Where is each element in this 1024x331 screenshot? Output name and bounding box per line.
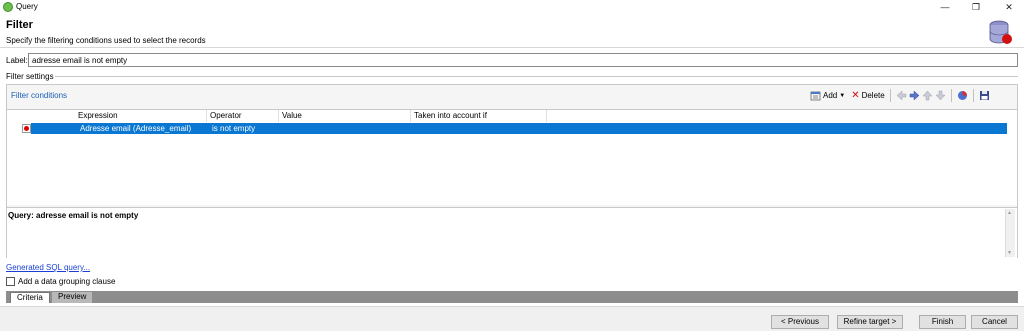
row-operator: is not empty — [212, 124, 256, 133]
finish-button[interactable]: Finish — [919, 315, 966, 329]
move-left-icon[interactable] — [896, 90, 907, 101]
page-subtitle: Specify the filtering conditions used to… — [6, 36, 206, 45]
column-header-condition[interactable]: Taken into account if — [411, 110, 547, 122]
column-header-expression[interactable]: Expression — [75, 110, 207, 122]
delete-icon: ✕ — [851, 90, 860, 101]
row-status-icon — [22, 124, 31, 133]
move-down-icon[interactable] — [935, 90, 946, 101]
refine-target-button[interactable]: Refine target > — [837, 315, 903, 329]
add-button[interactable]: Add ▼ — [810, 90, 845, 101]
grouping-checkbox-row[interactable]: Add a data grouping clause — [6, 277, 115, 286]
tab-criteria[interactable]: Criteria — [10, 292, 50, 303]
filter-settings-divider — [55, 76, 1018, 77]
previous-button[interactable]: < Previous — [771, 315, 829, 329]
move-right-icon[interactable] — [909, 90, 920, 101]
app-icon — [3, 2, 13, 12]
window-titlebar: Query — ❐ ✕ — [0, 0, 1024, 15]
conditions-toolbar: Add ▼ ✕ Delete — [810, 88, 990, 103]
tabs-bar: Criteria Preview — [6, 291, 1018, 303]
label-input[interactable] — [28, 53, 1018, 67]
save-icon[interactable] — [979, 90, 990, 101]
table-row[interactable]: Adresse email (Adresse_email) is not emp… — [31, 123, 1007, 134]
minimize-button[interactable]: — — [930, 0, 960, 15]
scroll-up-icon[interactable]: ▲ — [1007, 210, 1012, 216]
tab-preview[interactable]: Preview — [52, 292, 93, 303]
query-scrollbar[interactable]: ▲ ▼ — [1005, 209, 1015, 257]
grouping-checkbox[interactable] — [6, 277, 15, 286]
add-label: Add — [823, 91, 838, 100]
close-button[interactable]: ✕ — [994, 0, 1024, 15]
database-icon — [989, 20, 1012, 44]
filter-conditions-panel: Filter conditions Add ▼ ✕ Delete Express… — [6, 84, 1018, 258]
restore-button[interactable]: ❐ — [961, 0, 991, 15]
column-header-value[interactable]: Value — [279, 110, 411, 122]
conditions-grid: Expression Operator Value Taken into acc… — [7, 109, 1017, 205]
delete-button[interactable]: ✕ Delete — [851, 90, 885, 101]
chevron-down-icon: ▼ — [839, 92, 846, 99]
delete-label: Delete — [861, 91, 885, 100]
chart-pie-icon[interactable] — [957, 90, 968, 101]
label-caption: Label: — [6, 56, 28, 65]
label-row: Label: — [0, 52, 1024, 68]
column-header-operator[interactable]: Operator — [207, 110, 279, 122]
wizard-footer: < Previous Refine target > Finish Cancel — [0, 306, 1024, 331]
filter-conditions-title: Filter conditions — [11, 91, 68, 100]
wizard-header: Filter Specify the filtering conditions … — [0, 15, 1024, 48]
grouping-checkbox-label: Add a data grouping clause — [18, 277, 116, 286]
add-icon — [810, 91, 821, 101]
move-up-icon[interactable] — [922, 90, 933, 101]
row-expression: Adresse email (Adresse_email) — [80, 124, 192, 133]
query-preview-box[interactable]: Query: adresse email is not empty ▲ ▼ — [7, 207, 1017, 258]
filter-settings-caption: Filter settings — [6, 72, 54, 81]
cancel-button[interactable]: Cancel — [971, 315, 1018, 329]
page-title: Filter — [6, 19, 33, 31]
query-preview-text: Query: adresse email is not empty — [8, 211, 139, 220]
generated-sql-link[interactable]: Generated SQL query... — [6, 263, 90, 272]
window-title: Query — [16, 2, 38, 11]
scroll-down-icon[interactable]: ▼ — [1007, 250, 1012, 256]
